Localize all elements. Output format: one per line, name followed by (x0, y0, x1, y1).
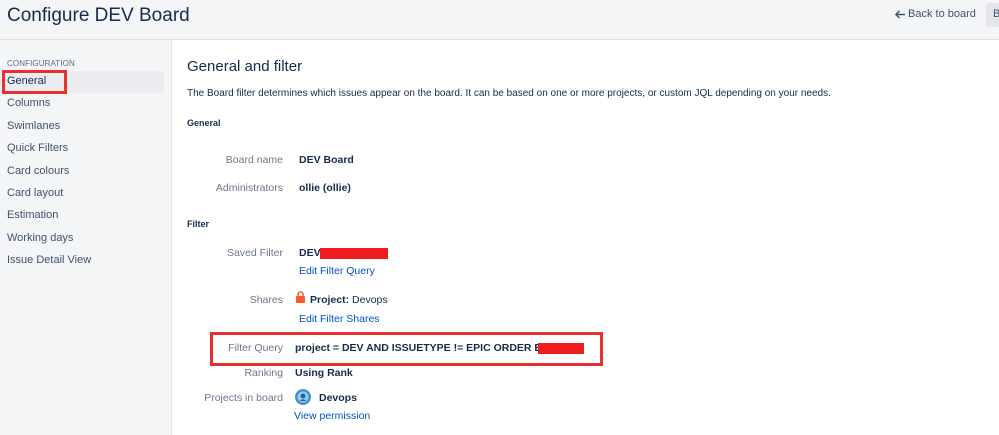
board-filter-description: The Board filter determines which issues… (187, 88, 831, 99)
view-permission-link[interactable]: View permission (294, 410, 370, 422)
sidebar-item-columns[interactable]: Columns (0, 93, 164, 115)
sidebar-item-working-days[interactable]: Working days (0, 228, 164, 250)
sidebar-item-issue-detail-view[interactable]: Issue Detail View (0, 250, 164, 272)
saved-filter-value: DEV (299, 247, 321, 259)
sidebar-item-card-colours[interactable]: Card colours (0, 161, 164, 183)
administrators-value: ollie (ollie) (299, 182, 351, 194)
edit-filter-query-link[interactable]: Edit Filter Query (299, 265, 375, 277)
saved-filter-label: Saved Filter (226, 247, 283, 259)
back-to-board-link[interactable]: Back to board (895, 8, 976, 20)
sidebar-item-swimlanes[interactable]: Swimlanes (0, 116, 164, 138)
shares-value: Project: Devops (310, 294, 388, 306)
page-header: Configure DEV Board Back to board B (0, 0, 999, 40)
shares-prefix: Project: (310, 294, 350, 306)
edit-filter-shares-link[interactable]: Edit Filter Shares (299, 313, 380, 325)
projects-in-board-label: Projects in board (204, 392, 283, 404)
arrow-left-icon (895, 9, 906, 19)
back-to-board-label: Back to board (908, 8, 976, 20)
administrators-label: Administrators (215, 182, 283, 194)
project-avatar-icon (295, 389, 311, 405)
ranking-label: Ranking (244, 367, 283, 379)
board-button[interactable]: B (986, 3, 999, 27)
annotation-highlight-general (2, 70, 67, 94)
sidebar-item-quick-filters[interactable]: Quick Filters (0, 138, 164, 160)
lock-icon (296, 291, 305, 303)
general-heading: General (187, 118, 221, 128)
section-title: General and filter (187, 58, 303, 75)
board-name-value: DEV Board (299, 154, 354, 166)
shares-project: Devops (352, 294, 388, 306)
annotation-highlight-filter-query (210, 332, 603, 366)
ranking-value: Using Rank (295, 367, 353, 379)
sidebar-item-card-layout[interactable]: Card layout (0, 183, 164, 205)
board-name-label: Board name (225, 154, 283, 166)
project-name[interactable]: Devops (319, 392, 357, 404)
saved-filter-redaction (320, 248, 388, 259)
filter-heading: Filter (187, 219, 210, 229)
sidebar-item-estimation[interactable]: Estimation (0, 205, 164, 227)
sidebar-heading: CONFIGURATION (7, 59, 75, 68)
shares-label: Shares (249, 294, 283, 306)
page-title: Configure DEV Board (7, 5, 190, 26)
